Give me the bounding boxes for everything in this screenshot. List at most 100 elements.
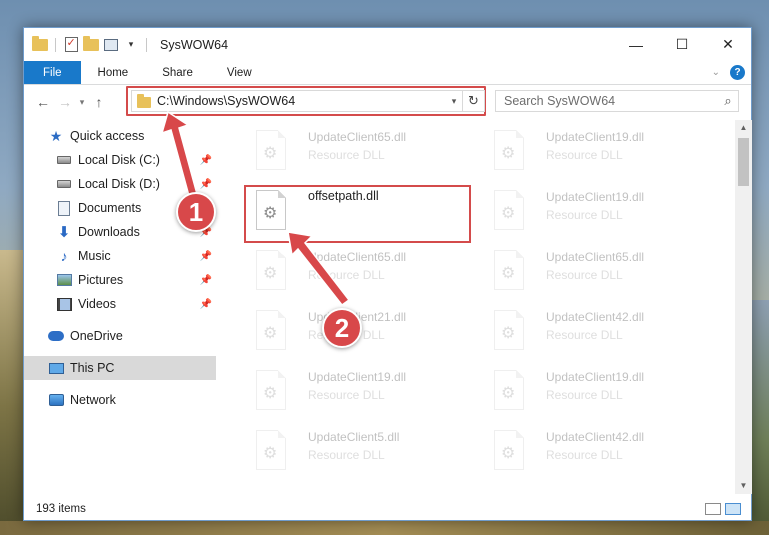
file-item[interactable]: ⚙ UpdateClient42.dll Resource DLL (472, 424, 702, 476)
sidebar-item-label: Quick access (70, 129, 145, 143)
folder-icon (32, 35, 48, 53)
address-dropdown-icon[interactable]: ▾ (446, 96, 462, 107)
sidebar-item-music[interactable]: ♪ Music 📌 (24, 244, 216, 268)
up-button[interactable]: ↑ (88, 91, 110, 113)
tab-view[interactable]: View (210, 61, 269, 84)
sidebar-item-label: Documents (78, 201, 142, 215)
file-item[interactable]: ⚙ UpdateClient42.dll Resource DLL (472, 304, 702, 356)
pin-icon[interactable]: 📌 (200, 155, 212, 166)
file-item[interactable]: ⚙ UpdateClient19.dll Resource DLL (472, 184, 702, 236)
details-view-icon[interactable] (705, 503, 721, 515)
pin-icon[interactable]: 📌 (200, 179, 212, 190)
star-icon: ★ (49, 127, 63, 144)
scroll-up-arrow-icon[interactable]: ▲ (735, 120, 752, 136)
file-item[interactable]: ⚙ UpdateClient65.dll Resource DLL (234, 244, 464, 296)
tab-share[interactable]: Share (145, 61, 210, 84)
pictures-icon (56, 272, 72, 288)
dll-file-icon: ⚙ (494, 310, 524, 350)
address-path[interactable]: C:\Windows\SysWOW64 (157, 94, 446, 108)
cloud-icon (48, 328, 64, 344)
vertical-scrollbar[interactable]: ▲ ▼ (735, 120, 752, 494)
sidebar-item-label: Local Disk (D:) (78, 177, 160, 191)
dll-file-icon: ⚙ (494, 430, 524, 470)
file-name: UpdateClient42.dll (546, 310, 645, 324)
expand-ribbon-chevron-icon[interactable]: ⌄ (712, 67, 720, 78)
file-type: Resource DLL (308, 388, 385, 402)
back-button[interactable]: ← (32, 91, 54, 113)
dll-file-icon: ⚙ (256, 250, 286, 290)
search-box[interactable]: ⌕ (495, 90, 739, 112)
sidebar-item-this-pc[interactable]: This PC (24, 356, 216, 380)
customize-view-icon[interactable] (103, 37, 119, 53)
file-type: Resource DLL (546, 268, 623, 282)
dll-file-icon: ⚙ (256, 130, 286, 170)
file-name: UpdateClient42.dll (546, 430, 645, 444)
pin-icon[interactable]: 📌 (200, 275, 212, 286)
sidebar-item-videos[interactable]: Videos 📌 (24, 292, 216, 316)
dll-file-icon: ⚙ (494, 130, 524, 170)
dll-file-icon: ⚙ (494, 370, 524, 410)
gear-icon: ⚙ (263, 325, 278, 342)
file-type: Resource DLL (546, 448, 623, 462)
gear-icon: ⚙ (501, 265, 516, 282)
address-bar[interactable]: C:\Windows\SysWOW64 ▾ ↻ (131, 90, 485, 112)
sidebar-item-label: Music (78, 249, 111, 263)
file-name: UpdateClient19.dll (546, 370, 645, 384)
minimize-button[interactable]: — (613, 28, 659, 61)
dll-file-icon: ⚙ (256, 430, 286, 470)
recent-locations-chevron-icon[interactable]: ▾ (76, 91, 88, 113)
pin-icon[interactable]: 📌 (200, 251, 212, 262)
tab-file[interactable]: File (24, 61, 81, 84)
status-bar: 193 items (24, 498, 751, 520)
file-item[interactable]: ⚙ UpdateClient65.dll Resource DLL (472, 244, 702, 296)
sidebar-item-network[interactable]: Network (24, 388, 216, 412)
network-icon (48, 392, 64, 408)
file-type: Resource DLL (308, 268, 385, 282)
maximize-button[interactable]: ☐ (659, 28, 705, 61)
refresh-icon[interactable]: ↻ (462, 91, 484, 111)
toolbar-divider (55, 37, 56, 52)
file-item[interactable]: ⚙ UpdateClient19.dll Resource DLL (472, 124, 702, 176)
file-type: Resource DLL (546, 148, 623, 162)
sidebar-item-onedrive[interactable]: OneDrive (24, 324, 216, 348)
quick-access-toolbar: ▾ (24, 35, 150, 53)
scroll-down-arrow-icon[interactable]: ▼ (735, 478, 752, 494)
customize-toolbar-chevron-icon[interactable]: ▾ (123, 37, 139, 53)
file-item[interactable]: ⚙ UpdateClient19.dll Resource DLL (234, 364, 464, 416)
disk-icon (56, 176, 72, 192)
properties-icon[interactable] (63, 36, 79, 53)
file-name: UpdateClient19.dll (546, 190, 645, 204)
tab-home[interactable]: Home (81, 61, 146, 84)
file-item[interactable]: ⚙ UpdateClient5.dll Resource DLL (234, 424, 464, 476)
help-icon[interactable]: ? (730, 65, 745, 80)
sidebar-item-label: OneDrive (70, 329, 123, 343)
file-name: UpdateClient65.dll (308, 250, 407, 264)
forward-button[interactable]: → (54, 91, 76, 113)
ribbon-right: ⌄ ? (712, 61, 751, 84)
gear-icon: ⚙ (501, 205, 516, 222)
file-name: UpdateClient65.dll (546, 250, 645, 264)
computer-icon (48, 360, 64, 376)
dll-file-icon: ⚙ (256, 370, 286, 410)
dll-file-icon: ⚙ (494, 250, 524, 290)
toolbar-divider (146, 37, 147, 52)
search-icon[interactable]: ⌕ (718, 93, 738, 109)
new-folder-icon[interactable] (83, 35, 99, 53)
sidebar-item-pictures[interactable]: Pictures 📌 (24, 268, 216, 292)
file-name: UpdateClient5.dll (308, 430, 400, 444)
gear-icon: ⚙ (263, 265, 278, 282)
close-button[interactable]: ✕ (705, 28, 751, 61)
sidebar-item-local-disk-c[interactable]: Local Disk (C:) 📌 (24, 148, 216, 172)
pin-icon[interactable]: 📌 (200, 299, 212, 310)
search-input[interactable] (504, 94, 718, 108)
file-item[interactable]: ⚙ UpdateClient19.dll Resource DLL (472, 364, 702, 416)
gear-icon: ⚙ (501, 325, 516, 342)
step-marker-2: 2 (322, 308, 362, 348)
sidebar-item-quick-access[interactable]: ★ Quick access (24, 124, 216, 148)
sidebar-item-local-disk-d[interactable]: Local Disk (D:) 📌 (24, 172, 216, 196)
ribbon-tabs: File Home Share View ⌄ ? (24, 61, 751, 85)
file-item[interactable]: ⚙ UpdateClient65.dll Resource DLL (234, 124, 464, 176)
large-icons-view-icon[interactable] (725, 503, 741, 515)
download-icon: ⬇ (57, 224, 71, 241)
scrollbar-thumb[interactable] (738, 138, 749, 186)
